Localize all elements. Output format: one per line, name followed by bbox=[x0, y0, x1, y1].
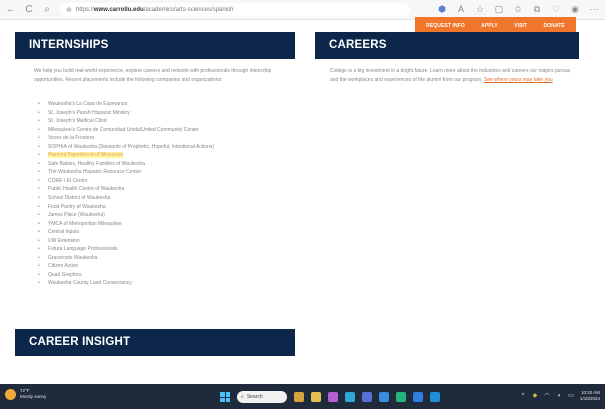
list-item: Safe Babies, Healthy Families of Waukesh… bbox=[38, 160, 214, 169]
list-item: James Place (Waukesha) bbox=[38, 211, 214, 220]
favorites-icon[interactable]: ✩ bbox=[513, 3, 523, 15]
url-domain: www.carrollu.edu bbox=[93, 6, 144, 13]
chevron-up-icon[interactable]: ^ bbox=[520, 393, 526, 399]
back-icon[interactable]: ← bbox=[4, 3, 18, 17]
reload-icon[interactable]: C bbox=[22, 3, 36, 17]
list-item: Waukesha's La Casa de Esperanza bbox=[38, 100, 214, 109]
more-menu-icon[interactable]: ⋯ bbox=[589, 3, 599, 15]
list-item: Voces de la Frontera bbox=[38, 134, 214, 143]
notification-app-icon[interactable]: ◆ bbox=[532, 393, 538, 399]
sun-icon bbox=[5, 388, 16, 400]
volume-icon[interactable]: ◖ bbox=[556, 393, 562, 399]
split-screen-icon[interactable]: ▢ bbox=[494, 3, 504, 15]
weather-condition: Mostly sunny bbox=[20, 394, 47, 399]
careers-link[interactable]: See where yours may take you bbox=[484, 77, 553, 83]
url-path: /academics/arts-sciences/spanish bbox=[143, 6, 234, 13]
apply-link[interactable]: APPLY bbox=[481, 23, 498, 29]
extension-icon[interactable]: ⬢ bbox=[437, 3, 447, 15]
visit-link[interactable]: VISIT bbox=[514, 23, 527, 29]
internships-heading: INTERNSHIPS bbox=[15, 32, 295, 59]
list-item: Futura Language Professionals bbox=[38, 245, 214, 254]
collections-icon[interactable]: ⧉ bbox=[532, 3, 542, 15]
chat-icon[interactable] bbox=[362, 392, 372, 402]
list-item: UW Extension bbox=[38, 237, 214, 246]
list-item: Food Pantry of Waukesha bbox=[38, 203, 214, 212]
list-item: Central Inputs bbox=[38, 228, 214, 237]
list-item: Quad Graphics bbox=[38, 271, 214, 280]
list-item: St. Joseph's Parish Hispanic Ministry bbox=[38, 109, 214, 118]
taskbar-search[interactable]: ⌕ Search bbox=[237, 391, 287, 403]
profile-icon[interactable]: ◉ bbox=[570, 3, 580, 15]
list-item: Public Health Centre of Waukesha bbox=[38, 185, 214, 194]
clock[interactable]: 10:20 AM 1/16/2024 bbox=[580, 390, 600, 402]
windows-start-icon[interactable] bbox=[220, 392, 230, 402]
list-item: Grassroots Waukesha bbox=[38, 254, 214, 263]
url-prefix: https:// bbox=[75, 6, 94, 13]
taskbar-center: ⌕ Search bbox=[220, 391, 440, 403]
store-icon[interactable] bbox=[379, 392, 389, 402]
browser-essentials-icon[interactable]: ♡ bbox=[551, 3, 561, 15]
copilot-icon[interactable] bbox=[328, 392, 338, 402]
edge-browser-icon[interactable] bbox=[345, 392, 355, 402]
list-item: YMCA of Metropolitan Milwaukee bbox=[38, 220, 214, 229]
search-label: Search bbox=[246, 394, 263, 400]
request-info-link[interactable]: REQUEST INFO bbox=[426, 23, 465, 29]
list-item: SOPHIA of Waukesha (Stewards of Propheti… bbox=[38, 143, 214, 152]
file-explorer-icon[interactable] bbox=[311, 392, 321, 402]
system-tray: ^ ◆ ◠ ◖ ▭ 10:20 AM 1/16/2024 bbox=[520, 390, 600, 402]
donate-link[interactable]: DONATE bbox=[543, 23, 564, 29]
list-item: Waukesha County Land Conservancy bbox=[38, 279, 214, 288]
search-icon[interactable]: ⌕ bbox=[40, 3, 54, 17]
careers-heading: CAREERS bbox=[315, 32, 579, 59]
search-icon: ⌕ bbox=[241, 394, 244, 400]
internship-list: Waukesha's La Casa de Esperanza St. Jose… bbox=[38, 100, 214, 288]
browser-actions: ⬢ A ☆ ▢ ✩ ⧉ ♡ ◉ ⋯ bbox=[437, 3, 599, 15]
list-item-highlighted: Planned Parenthood of Wisconsin bbox=[38, 151, 214, 160]
list-item: CORE / El Centro bbox=[38, 177, 214, 186]
wifi-icon[interactable]: ◠ bbox=[544, 393, 550, 399]
app-icon[interactable] bbox=[430, 392, 440, 402]
battery-icon[interactable]: ▭ bbox=[568, 393, 574, 399]
weather-widget[interactable]: 72°F Mostly sunny bbox=[5, 388, 46, 400]
list-item: Milwaukee's Centro de Comunidad Unida/Un… bbox=[38, 126, 214, 135]
list-item: The Waukesha Hispanic Resource Center bbox=[38, 168, 214, 177]
list-item: School District of Waukesha bbox=[38, 194, 214, 203]
internships-intro: We help you build real-world experience,… bbox=[34, 68, 272, 83]
site-info-icon[interactable]: ⊕ bbox=[66, 6, 72, 14]
list-item: St. Joseph's Medical Clinic bbox=[38, 117, 214, 126]
read-aloud-icon[interactable]: A bbox=[456, 3, 466, 15]
taskbar: 72°F Mostly sunny ⌕ Search ^ ◆ ◠ ◖ ▭ 10:… bbox=[0, 384, 605, 409]
address-bar[interactable]: ⊕ https://www.carrollu.edu/academics/art… bbox=[60, 3, 410, 16]
mail-icon[interactable] bbox=[413, 392, 423, 402]
list-item: Citizen Action bbox=[38, 262, 214, 271]
clock-date: 1/16/2024 bbox=[579, 396, 600, 401]
career-insight-heading: CAREER INSIGHT bbox=[15, 329, 295, 356]
photos-icon[interactable] bbox=[396, 392, 406, 402]
favorite-star-icon[interactable]: ☆ bbox=[475, 3, 485, 15]
widgets-app-icon[interactable] bbox=[294, 392, 304, 402]
careers-text: College is a big investment in a bright … bbox=[330, 67, 575, 85]
